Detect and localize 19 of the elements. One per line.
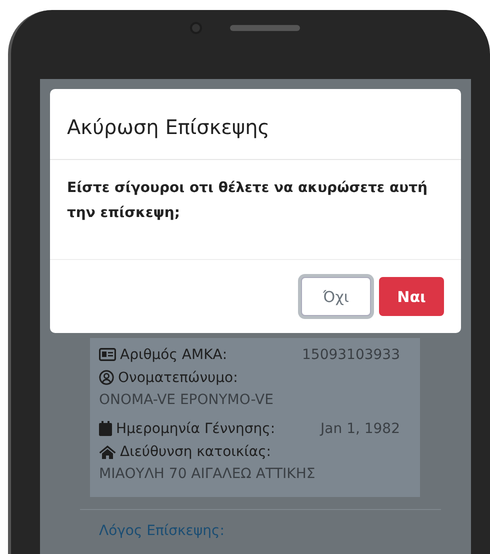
speaker-icon [230, 25, 300, 31]
field-label: Ονοματεπώνυμο: [118, 370, 238, 386]
field-value: Jan 1, 1982 [320, 420, 400, 436]
dialog-message: Είστε σίγουροι οτι θέλετε να ακυρώσετε αυτή την επίσκεψη; [67, 179, 429, 223]
yes-button[interactable]: Ναι [379, 277, 444, 316]
field-value: ONOMA-VE EPONYMO-VE [99, 392, 274, 408]
field-value: 15093103933 [302, 346, 400, 362]
user-circle-icon [99, 370, 114, 385]
calendar-icon [99, 421, 112, 436]
section-label: Λόγος Επίσκεψης: [99, 523, 226, 539]
field-label: Ημερομηνία Γέννησης: [116, 420, 276, 436]
field-label: Αριθμός ΑΜΚΑ: [120, 346, 228, 362]
id-card-icon [99, 348, 116, 361]
field-value: ΜΙΑΟΥΛΗ 70 ΑΙΓΑΛΕΩ ΑΤΤΙΚΗΣ [99, 466, 316, 482]
no-button[interactable]: Όχι [301, 277, 371, 316]
camera-icon [190, 22, 202, 34]
field-label: Διεύθυνση κατοικίας: [120, 444, 272, 460]
home-icon [99, 444, 116, 458]
dialog-title: Ακύρωση Επίσκεψης [67, 114, 270, 138]
